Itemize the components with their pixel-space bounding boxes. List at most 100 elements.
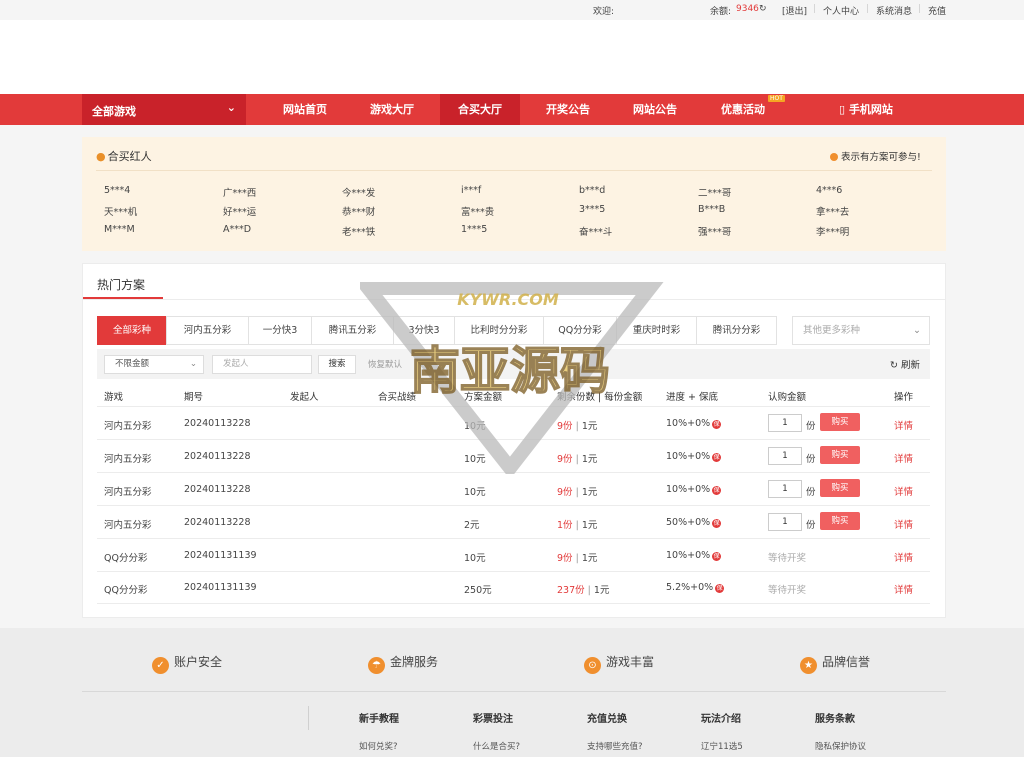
top-buyer-name[interactable]: 老***铁 — [342, 224, 375, 238]
top-buyer-name[interactable]: 富***贵 — [461, 204, 494, 218]
balance-value: 9346 — [736, 4, 759, 14]
medal-icon: ★ — [800, 657, 817, 674]
messages-link[interactable]: 系统消息 — [876, 4, 912, 17]
chevron-down-icon: ⌄ — [226, 101, 236, 114]
top-buyer-name[interactable]: 李***明 — [816, 224, 849, 238]
refresh-icon: ↻ — [890, 360, 901, 371]
quantity-input[interactable]: 1 — [768, 414, 802, 432]
cell-progress: 10%+0% 保 — [666, 484, 722, 495]
per-share: 1元 — [581, 553, 598, 564]
row-divider — [97, 571, 930, 572]
detail-link[interactable]: 详情 — [894, 517, 913, 531]
recharge-link[interactable]: 充值 — [928, 4, 946, 17]
user-center-link[interactable]: 个人中心 — [823, 4, 859, 17]
feature-gold-service: ☂ 金牌服务 — [368, 653, 438, 674]
tab-all-lottery[interactable]: 全部彩种 — [97, 316, 167, 345]
footer-link[interactable]: 辽宁11选5 — [701, 740, 743, 752]
col-header-issue: 期号 — [184, 392, 204, 403]
buy-button[interactable]: 购买 — [820, 512, 860, 530]
tab-1min-k3[interactable]: 一分快3 — [248, 316, 312, 345]
tab-tencent-ffc[interactable]: 腾讯分分彩 — [696, 316, 777, 345]
nav-group-buy[interactable]: 合买大厅 — [440, 94, 520, 125]
more-lottery-select[interactable]: 其他更多彩种 ⌄ — [792, 316, 930, 345]
top-buyer-name[interactable]: 强***哥 — [698, 224, 731, 238]
nav-site-notice[interactable]: 网站公告 — [615, 94, 695, 125]
search-button[interactable]: 搜索 — [318, 355, 356, 374]
quantity-input[interactable]: 1 — [768, 480, 802, 498]
top-buyer-name[interactable]: 4***6 — [816, 185, 842, 196]
cell-game: QQ分分彩 — [104, 585, 148, 596]
col-header-progress: 进度 + 保底 — [666, 392, 718, 403]
unit-label: 份 — [806, 487, 816, 498]
initiator-input[interactable]: 发起人 — [212, 355, 312, 374]
buy-button[interactable]: 购买 — [820, 446, 860, 464]
footer-link[interactable]: 如何兑奖? — [359, 740, 398, 752]
top-buyer-name[interactable]: 拿***去 — [816, 204, 849, 218]
top-buyer-name[interactable]: 好***运 — [223, 204, 256, 218]
progress-text: 10%+0% — [666, 484, 711, 495]
top-buyer-name[interactable]: 天***机 — [104, 204, 137, 218]
nav-draw-notice[interactable]: 开奖公告 — [528, 94, 608, 125]
cell-issue: 20240113228 — [184, 484, 251, 495]
logout-link[interactable]: [退出] — [782, 4, 807, 17]
cell-progress: 10%+0% 保 — [666, 550, 722, 561]
tab-hanoi-5min[interactable]: 河内五分彩 — [166, 316, 249, 345]
nav-mobile[interactable]: ▯ 手机网站 — [826, 94, 906, 125]
top-buyer-name[interactable]: 5***4 — [104, 185, 130, 196]
top-buyer-name[interactable]: 今***发 — [342, 185, 375, 199]
separator: | — [918, 4, 922, 14]
footer-link[interactable]: 什么是合买? — [473, 740, 520, 752]
top-buyer-name[interactable]: b***d — [579, 185, 605, 196]
top-buyer-name[interactable]: 二***哥 — [698, 185, 731, 199]
top-buyer-name[interactable]: 3***5 — [579, 204, 605, 215]
cell-amount: 10元 — [464, 553, 486, 564]
umbrella-icon: ☂ — [368, 657, 385, 674]
welcome-text: 欢迎: — [593, 7, 615, 17]
top-buyer-name[interactable]: M***M — [104, 224, 135, 235]
separator: | — [587, 585, 591, 596]
all-games-dropdown[interactable]: 全部游戏 ⌄ — [82, 94, 246, 125]
top-buyer-name[interactable]: 1***5 — [461, 224, 487, 235]
refresh-icon[interactable]: ↻ — [759, 4, 767, 14]
detail-link[interactable]: 详情 — [894, 582, 913, 596]
top-buyer-name[interactable]: B***B — [698, 204, 725, 215]
remain-shares: 237份 — [557, 585, 585, 596]
hot-badge: HOT — [768, 95, 785, 102]
feature-label: 品牌信誉 — [822, 655, 871, 669]
quantity-input[interactable]: 1 — [768, 447, 802, 465]
detail-link[interactable]: 详情 — [894, 550, 913, 564]
top-buyer-name[interactable]: A***D — [223, 224, 251, 235]
title-underline — [83, 297, 163, 299]
footer-link[interactable]: 支持哪些充值? — [587, 740, 643, 752]
top-buyer-name[interactable]: 恭***财 — [342, 204, 375, 218]
top-buyer-name[interactable]: i***f — [461, 185, 481, 196]
top-bar: 欢迎: 余额: 9346 ↻ [退出] | 个人中心 | 系统消息 | 充值 — [0, 0, 1024, 20]
footer-link[interactable]: 隐私保护协议 — [815, 740, 866, 752]
progress-text: 10%+0% — [666, 418, 711, 429]
top-buyer-name[interactable]: 奋***斗 — [579, 224, 612, 238]
detail-link[interactable]: 详情 — [894, 451, 913, 465]
amount-select[interactable]: 不限金额 ⌄ — [104, 355, 204, 374]
top-buyer-name[interactable]: 广***西 — [223, 185, 256, 199]
buy-button[interactable]: 购买 — [820, 413, 860, 431]
nav-home[interactable]: 网站首页 — [265, 94, 345, 125]
shield-icon: ✓ — [152, 657, 169, 674]
col-header-action: 操作 — [894, 392, 914, 403]
unit-label: 份 — [806, 421, 816, 432]
quantity-input[interactable]: 1 — [768, 513, 802, 531]
amount-select-value: 不限金额 — [115, 359, 150, 369]
separator: | — [866, 4, 870, 14]
unit-label: 份 — [806, 520, 816, 531]
divider — [96, 170, 932, 171]
refresh-button[interactable]: ↻ 刷新 — [890, 357, 920, 371]
separator: | — [575, 520, 579, 531]
divider — [82, 691, 946, 692]
cell-game: 河内五分彩 — [104, 520, 152, 531]
buy-button[interactable]: 购买 — [820, 479, 860, 497]
detail-link[interactable]: 详情 — [894, 484, 913, 498]
chevron-down-icon: ⌄ — [913, 325, 921, 336]
nav-game-hall[interactable]: 游戏大厅 — [352, 94, 432, 125]
feature-label: 游戏丰富 — [606, 655, 655, 669]
footer-col-title: 玩法介绍 — [701, 714, 741, 725]
detail-link[interactable]: 详情 — [894, 418, 913, 432]
